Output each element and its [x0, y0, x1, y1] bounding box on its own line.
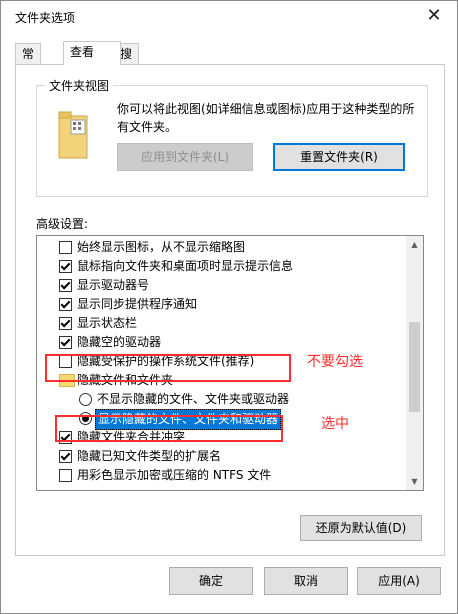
apply-to-folders-button[interactable]: 应用到文件夹(L) — [117, 143, 253, 171]
apply-button[interactable]: 应用(A) — [357, 567, 441, 595]
folder-views-legend: 文件夹视图 — [45, 77, 114, 94]
annotation-select: 选中 — [321, 416, 349, 432]
checkbox[interactable] — [59, 241, 72, 254]
folder-views-description: 你可以将此视图(如详细信息或图标)应用于这种类型的所有文件夹。 — [117, 102, 415, 134]
folder-views-group: 文件夹视图 你可以将此视图(如详细信息或图标)应用于这种类型的所有文件夹。 应用… — [36, 77, 428, 197]
list-scrollbar[interactable]: ▲ ▼ — [406, 236, 423, 490]
scroll-up-icon[interactable]: ▲ — [406, 236, 423, 253]
checkbox[interactable] — [59, 450, 72, 463]
annotation-do-not-check: 不要勾选 — [307, 354, 363, 370]
ok-button[interactable]: 确定 — [169, 567, 253, 595]
folder-options-dialog: 文件夹选项 ✕ 常规 查看 搜索 文件夹视图 你可以将此视图(如详细信息或图标)… — [0, 0, 458, 614]
title-bar: 文件夹选项 ✕ — [1, 1, 457, 31]
scrollbar-thumb[interactable] — [409, 322, 420, 412]
view-tab-panel: 文件夹视图 你可以将此视图(如详细信息或图标)应用于这种类型的所有文件夹。 应用… — [15, 64, 445, 556]
checkbox[interactable] — [59, 336, 72, 349]
checkbox[interactable] — [59, 317, 72, 330]
checkbox[interactable] — [59, 298, 72, 311]
advanced-settings-label: 高级设置: — [36, 217, 89, 231]
tab-general[interactable]: 常规 — [15, 43, 42, 81]
reset-folders-button[interactable]: 重置文件夹(R) — [273, 143, 405, 171]
checkbox[interactable] — [59, 260, 72, 273]
restore-defaults-button[interactable]: 还原为默认值(D) — [300, 515, 422, 541]
checkbox[interactable] — [59, 469, 72, 482]
checkbox[interactable] — [59, 279, 72, 292]
annotation-box-select — [55, 415, 283, 442]
folder-view-icon — [58, 111, 88, 159]
tab-view[interactable]: 查看 — [63, 41, 121, 65]
scroll-down-icon[interactable]: ▼ — [406, 473, 423, 490]
radio-button[interactable] — [79, 393, 92, 406]
window-title: 文件夹选项 — [15, 11, 76, 25]
close-icon[interactable]: ✕ — [423, 5, 445, 27]
annotation-box-uncheck — [45, 354, 291, 382]
cancel-button[interactable]: 取消 — [264, 567, 348, 595]
